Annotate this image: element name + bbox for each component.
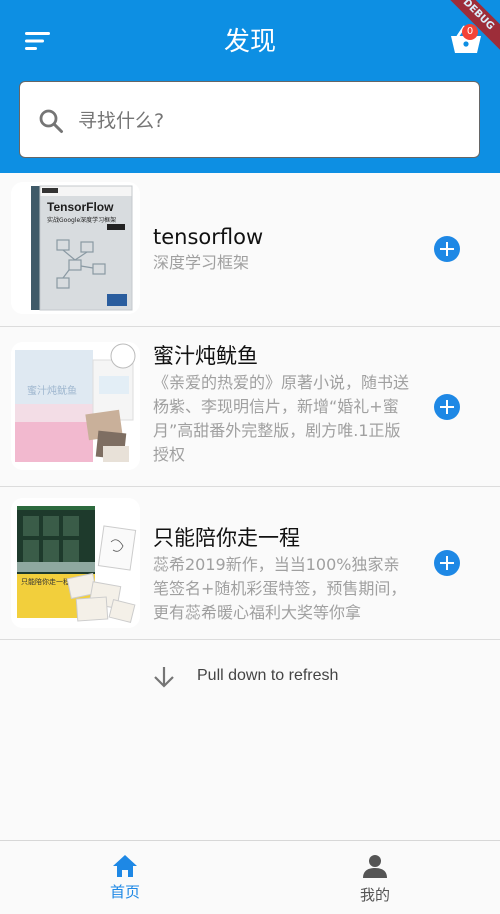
book-list: TensorFlow 实战Google深度学习框架 tensorflow 深度学… [0, 173, 500, 640]
list-item[interactable]: 蜜汁炖鱿鱼 蜜汁炖鱿鱼 《亲爱的热爱的》原著小说，随书送杨紫、李现明信片，新增“… [0, 327, 500, 487]
nav-item-home[interactable]: 首页 [0, 841, 250, 914]
add-circle-icon[interactable] [434, 550, 460, 576]
bottom-navigation: 首页 我的 [0, 840, 500, 914]
cart-badge: 0 [462, 24, 478, 40]
arrow-down-icon [154, 667, 174, 688]
item-title: tensorflow [153, 225, 264, 249]
cover-title: TensorFlow [47, 200, 114, 214]
person-icon [363, 855, 387, 878]
item-title: 蜜汁炖鱿鱼 [153, 344, 258, 368]
list-item[interactable]: TensorFlow 实战Google深度学习框架 tensorflow 深度学… [0, 173, 500, 327]
nav-item-mine[interactable]: 我的 [250, 841, 500, 914]
book-cover-image: TensorFlow 实战Google深度学习框架 [11, 182, 140, 314]
item-title: 只能陪你走一程 [153, 526, 300, 550]
item-description: 深度学习框架 [153, 253, 250, 272]
list-item[interactable]: 只能陪你走一程 只能陪你走一程 蕊希2019新作，当当100%独家亲笔签名+随机… [0, 487, 500, 640]
cover-title: 只能陪你走一程 [21, 577, 70, 586]
search-icon [39, 109, 63, 133]
app-bar: 发现 0 DEBUG 寻找什么? [0, 0, 500, 173]
item-description: 蕊希2019新作，当当100%独家亲笔签名+随机彩蛋特签，预售期间，更有蕊希暖心… [153, 555, 407, 622]
add-circle-icon[interactable] [434, 236, 460, 262]
cover-subtitle: 实战Google深度学习框架 [47, 216, 116, 224]
cover-title: 蜜汁炖鱿鱼 [27, 384, 77, 397]
add-circle-icon[interactable] [434, 394, 460, 420]
page-title: 发现 [223, 27, 276, 57]
book-cover-image: 蜜汁炖鱿鱼 [11, 342, 140, 470]
nav-label-home: 首页 [109, 883, 140, 901]
pull-to-refresh[interactable]: Pull down to refresh [0, 652, 500, 700]
book-cover-image: 只能陪你走一程 [11, 498, 140, 628]
nav-label-mine: 我的 [359, 886, 390, 904]
refresh-hint: Pull down to refresh [197, 667, 339, 684]
search-input[interactable]: 寻找什么? [19, 81, 480, 158]
search-placeholder: 寻找什么? [78, 110, 165, 132]
home-icon [113, 855, 137, 877]
item-description: 《亲爱的热爱的》原著小说，随书送杨紫、李现明信片，新增“婚礼+蜜月”高甜番外完整… [153, 373, 410, 464]
